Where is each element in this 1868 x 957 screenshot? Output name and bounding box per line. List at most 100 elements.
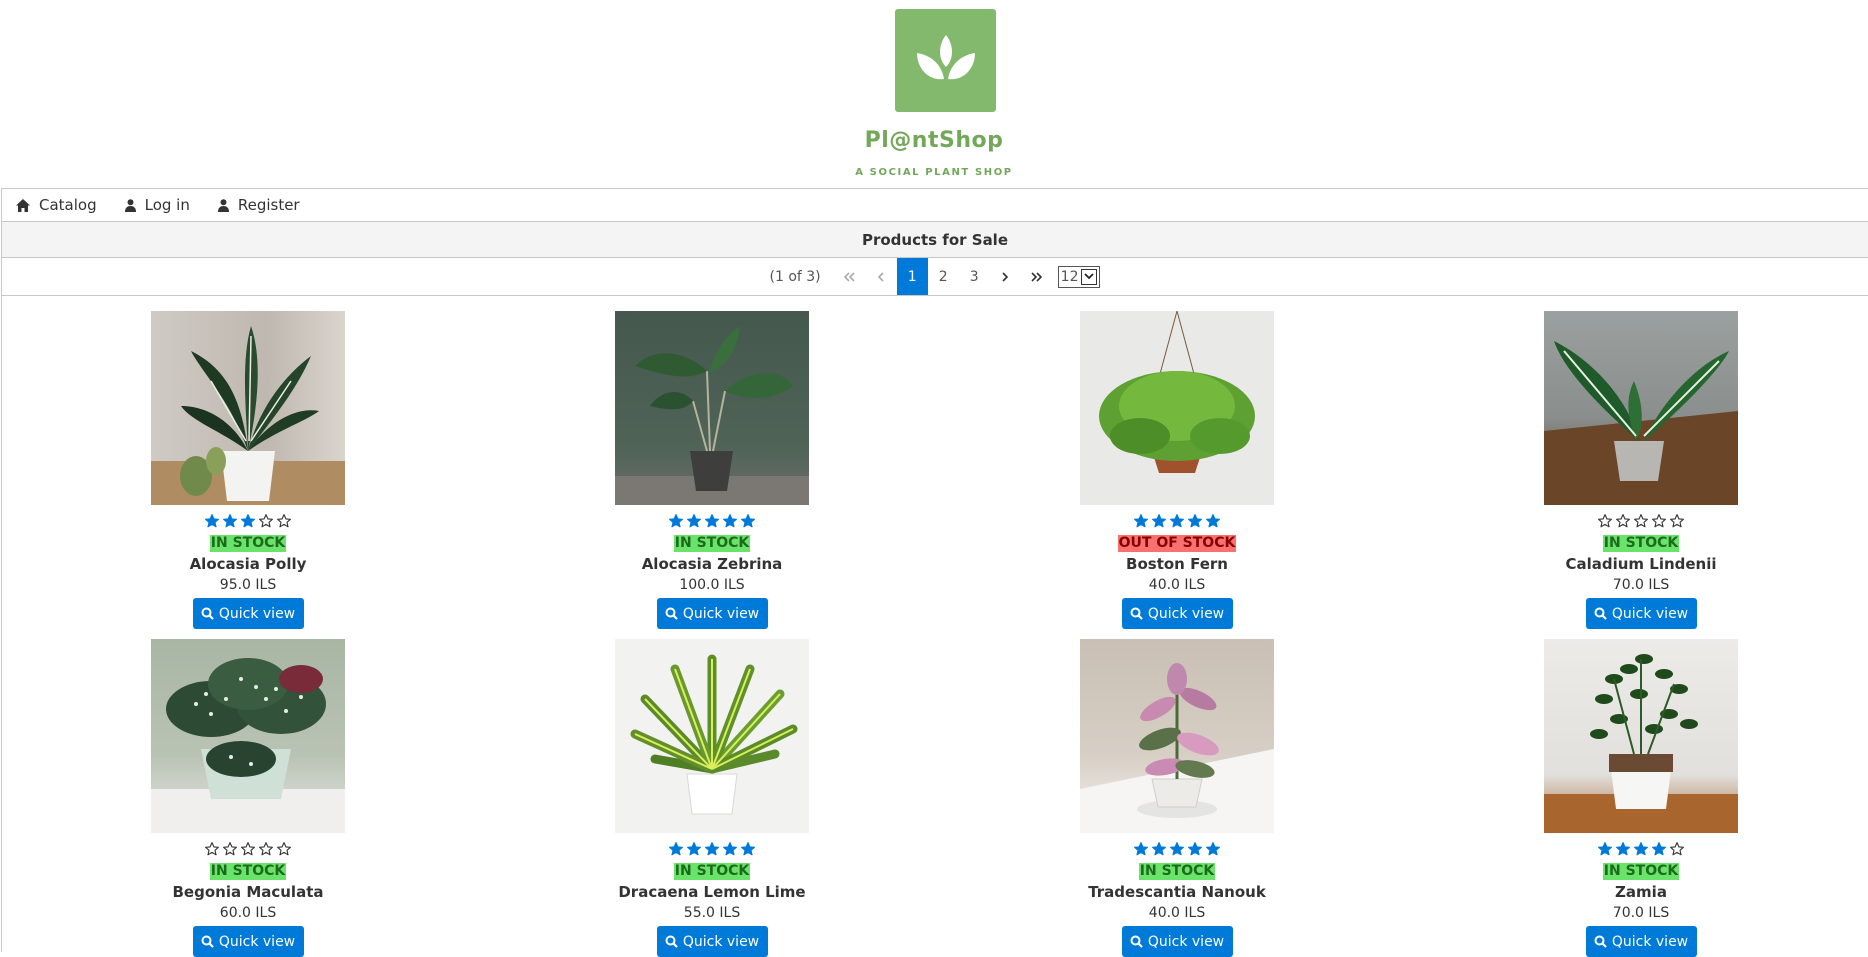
- quick-view-button[interactable]: Quick view: [192, 598, 304, 629]
- product-name: Zamia: [1615, 883, 1667, 901]
- user-icon: [124, 198, 136, 212]
- search-icon: [1130, 935, 1143, 948]
- next-page-button[interactable]: [990, 258, 1021, 295]
- product-image[interactable]: [1544, 639, 1738, 833]
- search-icon: [665, 935, 678, 948]
- star-empty-icon: [223, 842, 237, 856]
- product-card: IN STOCK Dracaena Lemon Lime 55.0 ILS Qu…: [612, 639, 812, 957]
- star-filled-icon: [1170, 842, 1184, 856]
- star-filled-icon: [1152, 842, 1166, 856]
- page-button-3[interactable]: 3: [959, 258, 990, 295]
- product-image[interactable]: [615, 311, 809, 505]
- rating-stars: [1077, 514, 1277, 532]
- star-filled-icon: [687, 842, 701, 856]
- star-empty-icon: [277, 514, 291, 528]
- product-card: IN STOCK Zamia 70.0 ILS Quick view: [1541, 639, 1741, 957]
- stock-badge: IN STOCK: [673, 863, 751, 880]
- star-empty-icon: [1616, 514, 1630, 528]
- quick-view-button[interactable]: Quick view: [1585, 598, 1697, 629]
- star-filled-icon: [723, 514, 737, 528]
- search-icon: [201, 607, 214, 620]
- rows-per-page-select[interactable]: 12: [1057, 265, 1101, 288]
- product-image[interactable]: [151, 311, 345, 505]
- star-empty-icon: [259, 842, 273, 856]
- double-chevron-left-icon: [844, 271, 855, 282]
- product-name: Tradescantia Nanouk: [1088, 883, 1266, 901]
- rating-stars: [1541, 514, 1741, 532]
- page-button-2[interactable]: 2: [928, 258, 959, 295]
- star-filled-icon: [1188, 514, 1202, 528]
- rating-stars: [148, 842, 348, 860]
- star-empty-icon: [1652, 514, 1666, 528]
- menu-item-register[interactable]: Register: [217, 196, 300, 214]
- logo[interactable]: [895, 9, 996, 112]
- product-card: IN STOCK Tradescantia Nanouk 40.0 ILS Qu…: [1077, 639, 1277, 957]
- product-name: Alocasia Zebrina: [641, 555, 783, 573]
- star-filled-icon: [741, 842, 755, 856]
- product-price: 70.0 ILS: [1612, 905, 1670, 921]
- product-name: Caladium Lindenii: [1565, 555, 1717, 573]
- quick-view-button[interactable]: Quick view: [656, 598, 768, 629]
- rows-per-page-value: 12: [1060, 268, 1079, 285]
- product-grid: IN STOCK Alocasia Polly 95.0 ILS Quick v…: [1, 296, 1868, 957]
- star-empty-icon: [1670, 842, 1684, 856]
- last-page-button[interactable]: [1021, 258, 1052, 295]
- product-price: 55.0 ILS: [683, 905, 741, 921]
- star-filled-icon: [723, 842, 737, 856]
- quick-view-label: Quick view: [1611, 605, 1689, 622]
- quick-view-label: Quick view: [1611, 933, 1689, 950]
- brand-tagline: A SOCIAL PLANT SHOP: [855, 167, 1013, 178]
- prev-page-button[interactable]: [866, 258, 897, 295]
- product-image[interactable]: [1080, 311, 1274, 505]
- product-name: Alocasia Polly: [189, 555, 307, 573]
- menu-item-catalog[interactable]: Catalog: [16, 196, 97, 214]
- first-page-button[interactable]: [835, 258, 866, 295]
- page-report: (1 of 3): [769, 268, 821, 285]
- product-name: Begonia Maculata: [172, 883, 324, 901]
- star-empty-icon: [1598, 514, 1612, 528]
- star-filled-icon: [1634, 842, 1648, 856]
- product-image[interactable]: [615, 639, 809, 833]
- star-filled-icon: [687, 514, 701, 528]
- quick-view-button[interactable]: Quick view: [1121, 598, 1233, 629]
- star-filled-icon: [669, 514, 683, 528]
- product-image[interactable]: [151, 639, 345, 833]
- product-card: IN STOCK Caladium Lindenii 70.0 ILS Quic…: [1541, 311, 1741, 629]
- quick-view-button[interactable]: Quick view: [192, 926, 304, 957]
- stock-badge: IN STOCK: [1602, 863, 1680, 880]
- star-filled-icon: [1206, 842, 1220, 856]
- product-price: 60.0 ILS: [219, 905, 277, 921]
- star-filled-icon: [1598, 842, 1612, 856]
- star-filled-icon: [705, 514, 719, 528]
- menu-item-label: Register: [237, 196, 300, 214]
- quick-view-button[interactable]: Quick view: [1121, 926, 1233, 957]
- product-name: Dracaena Lemon Lime: [618, 883, 806, 901]
- quick-view-button[interactable]: Quick view: [656, 926, 768, 957]
- chevron-down-icon: [1081, 268, 1098, 285]
- brand-name: Pl@ntShop: [864, 128, 1004, 153]
- quick-view-label: Quick view: [1147, 933, 1225, 950]
- rating-stars: [148, 514, 348, 532]
- stock-badge: IN STOCK: [1602, 535, 1680, 552]
- quick-view-label: Quick view: [218, 605, 296, 622]
- product-image[interactable]: [1544, 311, 1738, 505]
- stock-badge: IN STOCK: [673, 535, 751, 552]
- menu-item-login[interactable]: Log in: [124, 196, 190, 214]
- product-card: OUT OF STOCK Boston Fern 40.0 ILS Quick …: [1077, 311, 1277, 629]
- star-filled-icon: [1188, 842, 1202, 856]
- menu-item-label: Catalog: [39, 196, 97, 214]
- quick-view-button[interactable]: Quick view: [1585, 926, 1697, 957]
- page-button-1[interactable]: 1: [896, 258, 928, 295]
- rating-stars: [612, 514, 812, 532]
- product-image[interactable]: [1080, 639, 1274, 833]
- star-filled-icon: [1134, 514, 1148, 528]
- star-filled-icon: [705, 842, 719, 856]
- product-price: 40.0 ILS: [1148, 905, 1206, 921]
- star-empty-icon: [205, 842, 219, 856]
- search-icon: [1594, 607, 1607, 620]
- stock-badge: IN STOCK: [209, 535, 287, 552]
- star-filled-icon: [223, 514, 237, 528]
- product-price: 40.0 ILS: [1148, 577, 1206, 593]
- search-icon: [1130, 607, 1143, 620]
- leaf-logo-icon: [916, 34, 975, 79]
